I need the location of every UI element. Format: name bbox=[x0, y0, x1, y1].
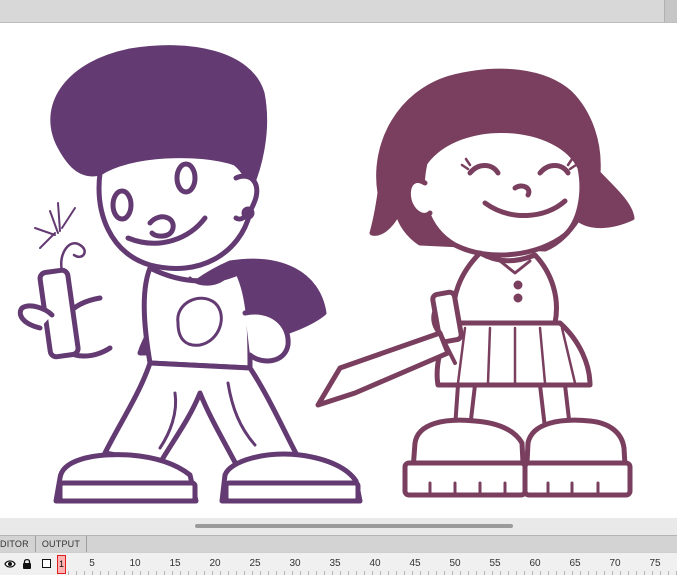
girl-character bbox=[315, 68, 635, 498]
frame-label: 45 bbox=[409, 558, 421, 569]
horizontal-scrollbar[interactable] bbox=[195, 524, 513, 528]
playhead[interactable]: 1 bbox=[57, 555, 66, 574]
frame-label: 35 bbox=[329, 558, 341, 569]
frame-label: 20 bbox=[209, 558, 221, 569]
stage-canvas[interactable] bbox=[0, 23, 677, 518]
tab-output[interactable]: OUTPUT bbox=[36, 536, 88, 552]
frame-label: 60 bbox=[529, 558, 541, 569]
window-corner-button[interactable] bbox=[664, 0, 677, 22]
artwork bbox=[17, 45, 635, 504]
stage-scroll-gutter bbox=[0, 518, 677, 535]
frame-label: 10 bbox=[129, 558, 141, 569]
tab-motion-editor[interactable]: DITOR bbox=[0, 536, 36, 552]
frame-label: 55 bbox=[489, 558, 501, 569]
document-tab-bar bbox=[0, 0, 677, 23]
frame-label: 50 bbox=[449, 558, 461, 569]
frame-label: 30 bbox=[289, 558, 301, 569]
outline-icon[interactable] bbox=[42, 559, 51, 568]
boy-character bbox=[17, 45, 363, 504]
frame-label: 40 bbox=[369, 558, 381, 569]
frame-ticks bbox=[68, 571, 677, 575]
frame-label: 15 bbox=[169, 558, 181, 569]
lock-icon[interactable] bbox=[21, 558, 33, 570]
eye-icon[interactable] bbox=[4, 558, 16, 570]
frame-label: 75 bbox=[649, 558, 661, 569]
timeline-header: 1 5 10 15 20 25 30 35 40 45 50 55 60 65 … bbox=[0, 552, 677, 575]
frame-label: 25 bbox=[249, 558, 261, 569]
frame-label: 5 bbox=[89, 558, 95, 569]
frame-label: 70 bbox=[609, 558, 621, 569]
panel-tab-bar: DITOR OUTPUT bbox=[0, 535, 677, 553]
frame-label: 65 bbox=[569, 558, 581, 569]
